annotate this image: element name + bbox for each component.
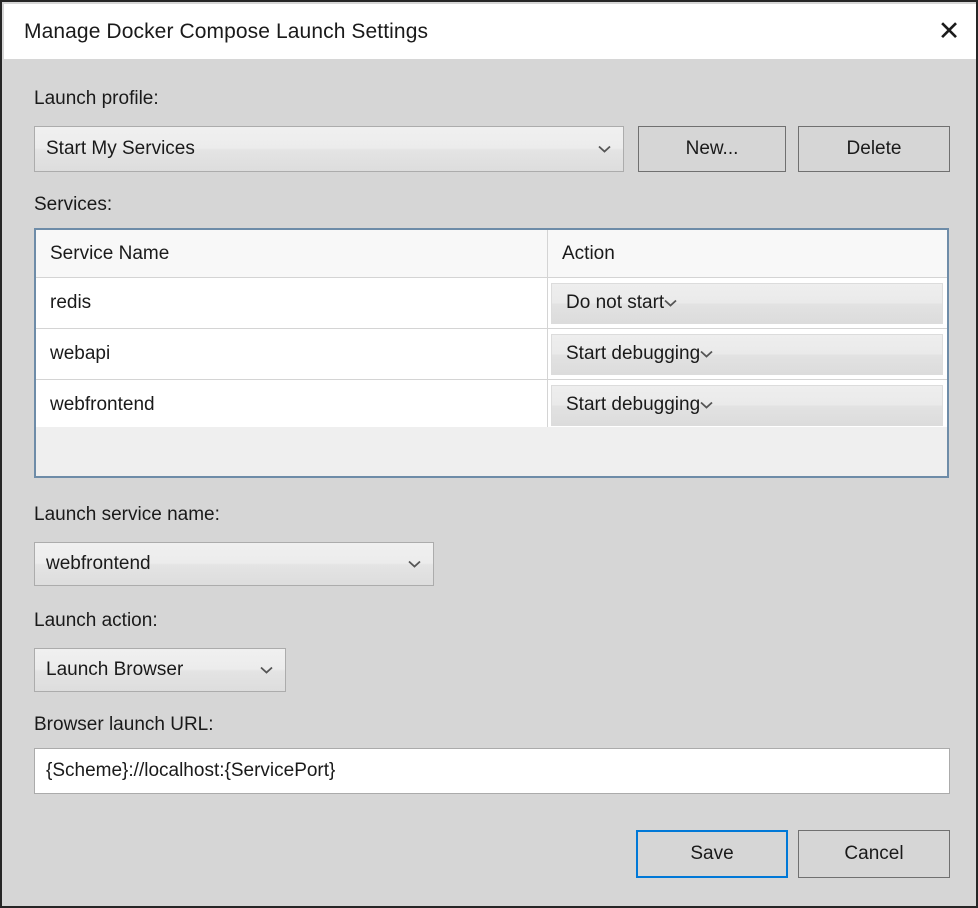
chevron-down-icon: [260, 666, 273, 674]
launch-profile-label: Launch profile:: [34, 88, 159, 109]
new-profile-button[interactable]: New...: [638, 126, 786, 172]
service-action-value: Do not start: [566, 292, 665, 313]
service-action-combobox[interactable]: Start debugging: [551, 384, 943, 426]
launch-service-name-label: Launch service name:: [34, 504, 220, 525]
service-name-cell: redis: [50, 292, 92, 313]
chevron-down-icon: [700, 350, 713, 358]
dialog-title: Manage Docker Compose Launch Settings: [24, 19, 429, 43]
services-table: Service Name Action redis Do not start w…: [34, 228, 949, 478]
service-action-cell: Do not start: [547, 278, 947, 328]
column-header-service-name: Service Name: [50, 242, 170, 264]
launch-profile-value: Start My Services: [46, 138, 195, 159]
service-action-value: Start debugging: [566, 343, 701, 364]
dialog-body: Launch profile: Start My Services New...…: [4, 59, 976, 906]
cancel-button[interactable]: Cancel: [798, 830, 950, 878]
table-row[interactable]: webfrontend Start debugging: [36, 380, 947, 431]
table-empty-row: [36, 427, 947, 476]
close-button[interactable]: ✕: [920, 4, 976, 59]
service-name-cell: webapi: [50, 343, 111, 364]
browser-launch-url-input[interactable]: {Scheme}://localhost:{ServicePort}: [34, 748, 950, 794]
service-action-combobox[interactable]: Start debugging: [551, 333, 943, 375]
manage-docker-compose-launch-settings-dialog: Manage Docker Compose Launch Settings ✕ …: [0, 0, 978, 908]
chevron-down-icon: [408, 560, 421, 568]
launch-service-name-value: webfrontend: [46, 553, 151, 574]
launch-action-label: Launch action:: [34, 610, 158, 631]
browser-launch-url-label: Browser launch URL:: [34, 714, 214, 735]
service-action-combobox[interactable]: Do not start: [551, 282, 943, 324]
service-action-value: Start debugging: [566, 394, 701, 415]
delete-profile-button[interactable]: Delete: [798, 126, 950, 172]
close-icon: ✕: [937, 16, 961, 47]
table-header-row: Service Name Action: [36, 230, 947, 278]
chevron-down-icon: [700, 401, 713, 409]
service-name-cell: webfrontend: [50, 394, 155, 415]
browser-launch-url-value: {Scheme}://localhost:{ServicePort}: [46, 760, 336, 781]
column-header-action: Action: [547, 230, 947, 277]
table-row[interactable]: webapi Start debugging: [36, 329, 947, 380]
save-button[interactable]: Save: [636, 830, 788, 878]
table-row[interactable]: redis Do not start: [36, 278, 947, 329]
chevron-down-icon: [598, 145, 611, 153]
launch-action-combobox[interactable]: Launch Browser: [34, 648, 286, 692]
service-action-cell: Start debugging: [547, 380, 947, 430]
launch-service-name-combobox[interactable]: webfrontend: [34, 542, 434, 586]
service-action-cell: Start debugging: [547, 329, 947, 379]
services-label: Services:: [34, 194, 113, 215]
title-bar: Manage Docker Compose Launch Settings ✕: [4, 4, 976, 59]
launch-profile-combobox[interactable]: Start My Services: [34, 126, 624, 172]
launch-action-value: Launch Browser: [46, 659, 184, 680]
chevron-down-icon: [664, 299, 677, 307]
